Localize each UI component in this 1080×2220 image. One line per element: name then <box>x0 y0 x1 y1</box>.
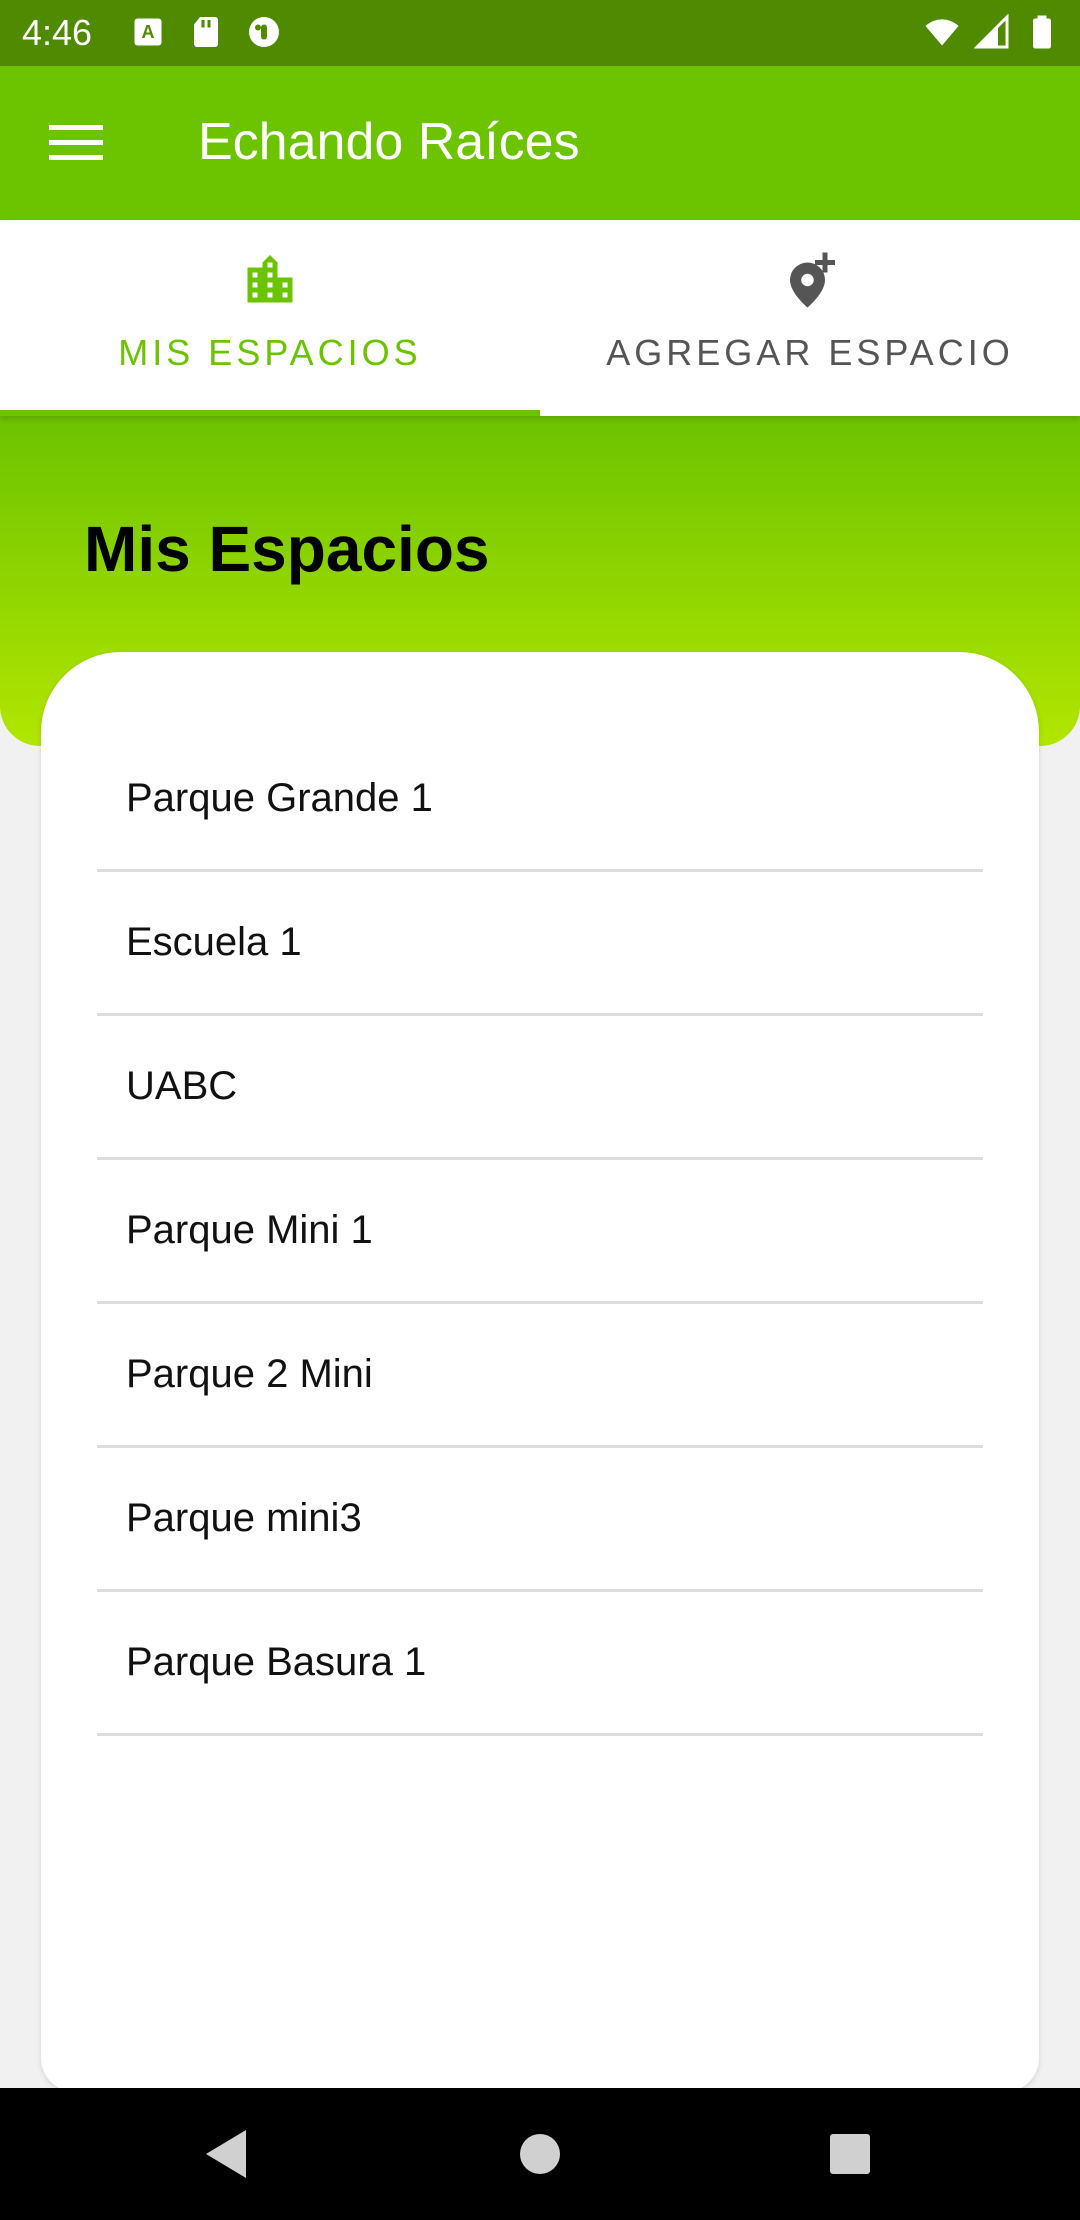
tab-label: AGREGAR ESPACIO <box>606 332 1014 373</box>
wifi-icon <box>925 19 959 46</box>
recents-icon <box>830 2134 870 2174</box>
list-item-label: Parque Basura 1 <box>126 1640 427 1684</box>
list-item[interactable]: Escuela 1 <box>97 872 983 1016</box>
back-icon <box>206 2130 246 2178</box>
battery-icon <box>1033 15 1051 49</box>
app-title: Echando Raíces <box>198 113 580 171</box>
list-item-label: Parque Mini 1 <box>126 1208 373 1252</box>
status-icons-left: A <box>130 14 282 50</box>
system-nav-bar <box>0 2088 1080 2220</box>
tab-label: MIS ESPACIOS <box>118 332 422 373</box>
list-item[interactable]: Parque Mini 1 <box>97 1160 983 1304</box>
list-item[interactable]: Parque 2 Mini <box>97 1304 983 1448</box>
svg-text:A: A <box>142 22 155 42</box>
app-notification-icon <box>249 17 279 47</box>
status-icons-right <box>924 14 1060 50</box>
status-bar: 4:46 A <box>0 0 1080 66</box>
list-item-label: Parque Grande 1 <box>126 776 433 820</box>
list-item-label: Parque 2 Mini <box>126 1352 373 1396</box>
list-item-label: Escuela 1 <box>126 920 302 964</box>
home-icon <box>520 2134 560 2174</box>
active-tab-indicator <box>0 410 540 416</box>
list-item[interactable]: UABC <box>97 1016 983 1160</box>
signal-icon <box>974 14 1009 49</box>
city-icon <box>247 255 293 303</box>
page-title: Mis Espacios <box>84 513 490 585</box>
spaces-list: Parque Grande 1 Escuela 1 UABC Parque Mi… <box>97 728 983 1736</box>
tab-agregar-espacio[interactable]: AGREGAR ESPACIO <box>540 220 1080 416</box>
keyboard-a-icon: A <box>134 18 162 46</box>
list-item[interactable]: Parque mini3 <box>97 1448 983 1592</box>
spaces-card: Parque Grande 1 Escuela 1 UABC Parque Mi… <box>41 652 1039 2092</box>
nav-home-button[interactable] <box>510 2124 570 2184</box>
list-item-label: Parque mini3 <box>126 1496 362 1540</box>
menu-button[interactable] <box>38 111 116 175</box>
sd-card-icon <box>194 17 218 47</box>
nav-back-button[interactable] <box>196 2124 256 2184</box>
nav-recents-button[interactable] <box>820 2124 880 2184</box>
status-time: 4:46 <box>22 12 93 53</box>
tab-bar: MIS ESPACIOS AGREGAR ESPACIO <box>0 220 1080 416</box>
tab-mis-espacios[interactable]: MIS ESPACIOS <box>0 220 540 416</box>
hamburger-menu-icon <box>49 125 103 160</box>
list-item-label: UABC <box>126 1064 238 1108</box>
app-bar: Echando Raíces <box>0 66 1080 220</box>
list-item[interactable]: Parque Basura 1 <box>97 1592 983 1736</box>
add-location-icon <box>790 252 835 308</box>
screen: 4:46 A Echando Raíces MIS ESPACIOS AGREG… <box>0 0 1080 2220</box>
list-item[interactable]: Parque Grande 1 <box>97 728 983 872</box>
